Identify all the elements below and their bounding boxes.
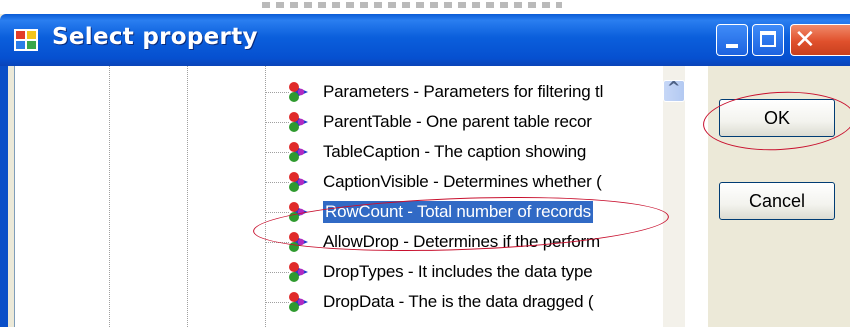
tree-item[interactable]: TableCaption - The caption showing [287,140,586,163]
tree-branch-line [265,92,289,93]
tree-item[interactable]: DropTypes - It includes the data type [287,260,593,283]
tree-guide-line [265,66,266,327]
minimize-button[interactable] [716,24,748,56]
ok-button[interactable]: OK [719,99,835,137]
tree-item[interactable]: ParentTable - One parent table recor [287,110,592,133]
tree-item[interactable]: DropData - The is the data dragged ( [287,290,594,313]
property-icon [287,141,313,163]
title-bar[interactable]: Select property ✕ [0,14,850,66]
tree-guide-line [187,66,188,327]
minimize-icon [726,44,738,48]
tree-item-label: Parameters - Parameters for filtering tl [323,81,604,101]
maximize-button[interactable] [752,24,784,56]
property-icon [287,171,313,193]
tree-item[interactable]: AllowDrop - Determines if the perform [287,230,600,253]
tree-branch-line [265,302,289,303]
background-text-fragment [262,2,562,8]
tree-branch-line [265,182,289,183]
chevron-up-icon: ^ [667,78,681,97]
property-icon [287,261,313,283]
scroll-up-button[interactable]: ^ [663,78,685,102]
tree-item[interactable]: Parameters - Parameters for filtering tl [287,80,603,103]
maximize-icon [760,31,776,47]
tree-item-label: TableCaption - The caption showing [323,141,587,161]
tree-item-label: DropData - The is the data dragged ( [323,291,594,311]
tree-branch-line [265,242,289,243]
tree-item-label: CaptionVisible - Determines whether ( [323,171,602,191]
tree-branch-line [265,122,289,123]
property-icon [287,81,313,103]
tree-item-label: DropTypes - It includes the data type [323,261,593,281]
tree-item[interactable]: CaptionVisible - Determines whether ( [287,170,602,193]
window-left-border [0,66,8,327]
property-icon [287,291,313,313]
select-property-dialog: Select property ✕ Parameters - Parameter… [0,14,850,327]
tree-guide-line [109,66,110,327]
property-tree[interactable]: Parameters - Parameters for filtering tl… [14,66,708,327]
cancel-button[interactable]: Cancel [719,182,835,220]
tree-branch-line [265,152,289,153]
tree-branch-line [265,272,289,273]
app-grid-icon [14,29,38,51]
property-icon [287,201,313,223]
tree-item-label: ParentTable - One parent table recor [323,111,592,131]
tree-item-label: RowCount - Total number of records [323,200,593,223]
tree-branch-line [265,212,289,213]
property-icon [287,231,313,253]
close-icon: ✕ [794,25,816,55]
background-strip [0,0,850,14]
tree-item-label: AllowDrop - Determines if the perform [323,231,600,251]
tree-item[interactable]: RowCount - Total number of records [287,200,593,223]
close-button[interactable]: ✕ [790,24,850,56]
vertical-scrollbar[interactable]: ^ [663,66,685,327]
property-icon [287,111,313,133]
window-title: Select property [52,24,258,50]
